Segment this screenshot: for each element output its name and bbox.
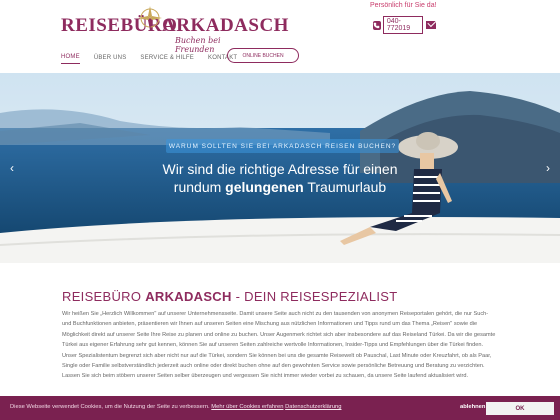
nav-item-ueber-uns[interactable]: ÜBER UNS xyxy=(94,55,127,64)
logo[interactable]: REISEBÜRO ARKADASCH Buchen bei Freunden xyxy=(61,5,288,54)
cookie-ok-button[interactable]: OK xyxy=(486,402,554,415)
site-header: REISEBÜRO ARKADASCH Buchen bei Freunden … xyxy=(0,0,560,73)
phone-icon[interactable] xyxy=(373,20,381,30)
online-booking-button[interactable]: ONLINE BUCHEN xyxy=(227,48,299,63)
compass-icon xyxy=(138,6,162,30)
phone-row: 040-772019 xyxy=(373,16,437,34)
main-nav: HOME ÜBER UNS SERVICE & HILFE KONTAKT ON… xyxy=(61,48,299,64)
hero-slider: WARUM SOLLTEN SIE BEI ARKADASCH REISEN B… xyxy=(0,73,560,263)
privacy-link[interactable]: Datenschutzerklärung xyxy=(285,404,341,410)
logo-text-right: ARKADASCH xyxy=(162,15,289,36)
chevron-left-icon[interactable]: ‹ xyxy=(7,161,17,175)
nav-item-home[interactable]: HOME xyxy=(61,54,80,64)
cookie-decline-button[interactable]: ablehnen xyxy=(460,404,485,410)
hero-headline-line2: rundum gelungenen Traumurlaub xyxy=(173,179,387,195)
cookie-more-link[interactable]: Mehr über Cookies erfahren xyxy=(211,404,283,410)
nav-item-service[interactable]: SERVICE & HILFE xyxy=(140,55,194,64)
mail-icon[interactable] xyxy=(426,21,437,29)
cookie-text: Diese Webseite verwendet Cookies, um die… xyxy=(10,404,342,410)
section-body-text: Wir heißen Sie „Herzlich Willkommen" auf… xyxy=(62,311,496,380)
chevron-right-icon[interactable]: › xyxy=(543,161,553,175)
contact-tagline: Persönlich für Sie da! xyxy=(370,2,437,9)
section-title: REISEBÜRO ARKADASCH - DEIN REISESPEZIALI… xyxy=(62,289,398,304)
hero-kicker: WARUM SOLLTEN SIE BEI ARKADASCH REISEN B… xyxy=(166,139,399,153)
hero-headline-line1: Wir sind die richtige Adresse für einen xyxy=(162,161,398,177)
cookie-banner: Diese Webseite verwendet Cookies, um die… xyxy=(0,396,560,420)
phone-number[interactable]: 040-772019 xyxy=(382,16,424,34)
hero-headline-bold: gelungenen xyxy=(225,179,304,195)
